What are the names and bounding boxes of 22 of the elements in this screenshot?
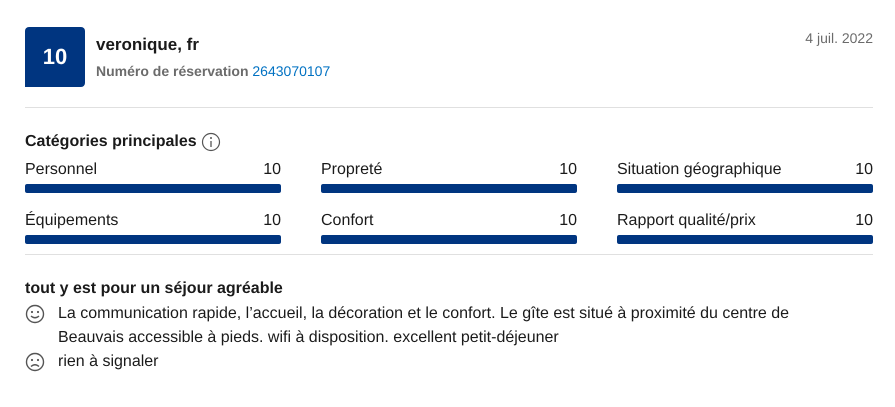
frowning-face-icon (25, 352, 45, 372)
smiley-icon (25, 304, 45, 324)
category-label: Propreté (321, 161, 382, 179)
review-title: tout y est pour un séjour agréable (25, 280, 284, 298)
category-label: Personnel (25, 161, 98, 179)
info-icon[interactable] (200, 132, 221, 152)
score-badge: 10 (25, 27, 85, 87)
negative-comment: rien à signaler (58, 352, 158, 372)
category-score: 10 (559, 212, 577, 230)
reviewer-name: veronique, fr (96, 35, 200, 55)
review-date: 4 juil. 2022 (805, 29, 873, 46)
category-label: Confort (321, 212, 374, 230)
category-label: Situation géographique (617, 161, 782, 179)
section-title: Catégories principales (25, 133, 197, 151)
category-label: Équipements (25, 212, 118, 230)
category-score: 10 (855, 161, 873, 179)
category-label: Rapport qualité/prix (617, 212, 756, 230)
booking-number: Numéro de réservation 2643070107 (96, 63, 332, 79)
category-score: 10 (263, 161, 281, 179)
category-score: 10 (559, 161, 577, 179)
category-score: 10 (855, 212, 873, 230)
category-score: 10 (263, 212, 281, 230)
